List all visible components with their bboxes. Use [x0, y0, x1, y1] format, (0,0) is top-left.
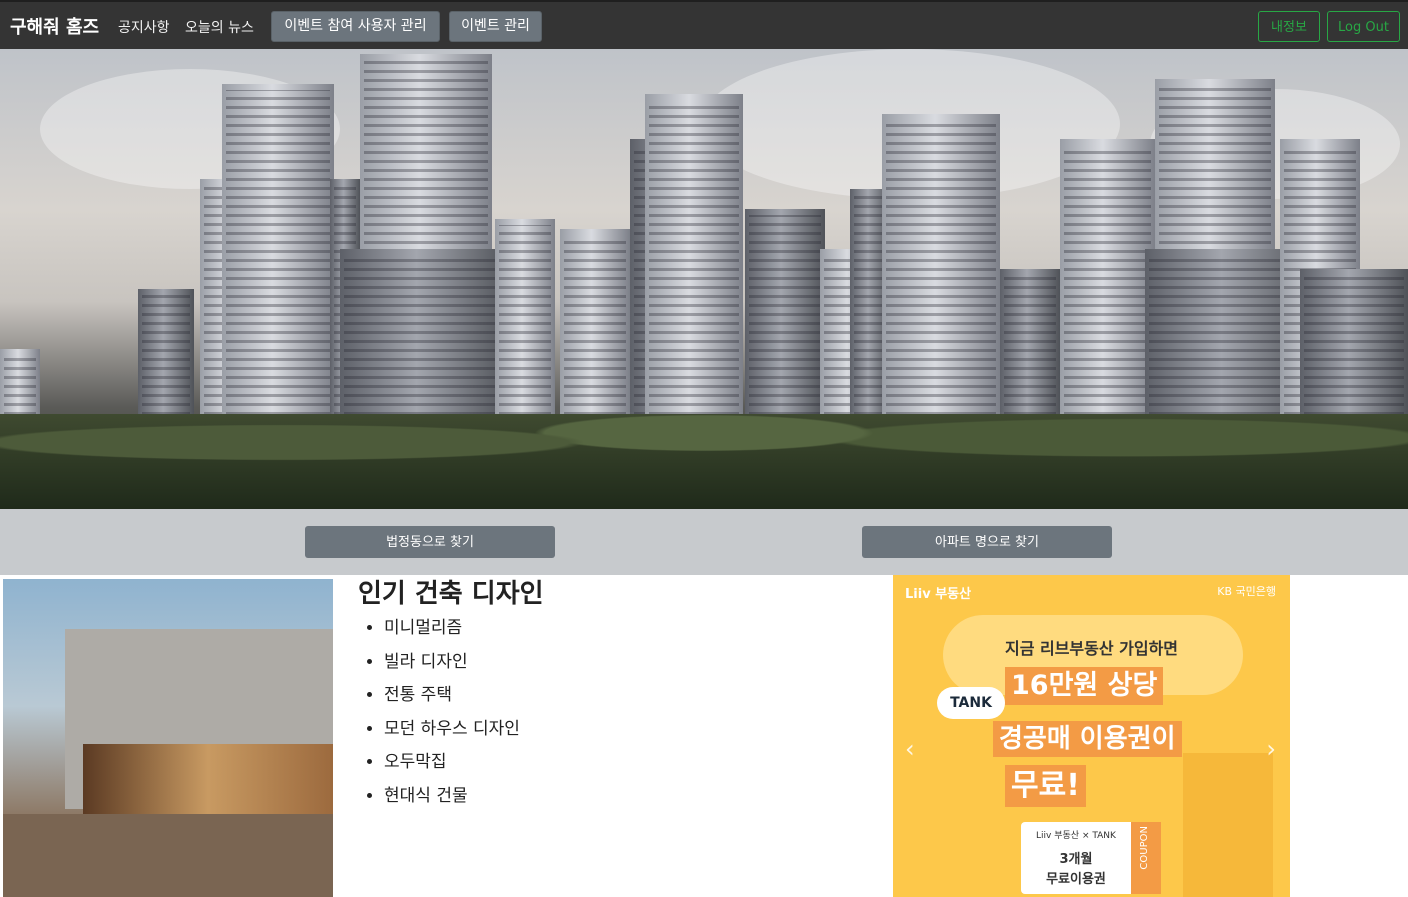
coupon-line1: 3개월 [1059, 852, 1093, 867]
ad-highlight-1: 16만원 상당 [1005, 667, 1164, 705]
tree-line [0, 414, 1408, 509]
coupon-side-label: COUPON [1139, 826, 1150, 870]
list-item[interactable]: 미니멀리즘 [384, 614, 520, 648]
coupon-card: Liiv 부동산 × TANK 3개월 무료이용권 COUPON [1021, 822, 1161, 894]
design-section-title: 인기 건축 디자인 [358, 579, 544, 609]
ad-carousel[interactable]: Liiv 부동산 KB 국민은행 지금 리브부동산 가입하면 TANK 16만원… [893, 575, 1290, 897]
hero-apartment-image [0, 49, 1408, 509]
event-participant-manage-button[interactable]: 이벤트 참여 사용자 관리 [271, 11, 440, 42]
liiv-logo: Liiv 부동산 [905, 587, 972, 602]
ad-highlight-3: 무료! [1005, 765, 1086, 807]
coupon-side: COUPON [1131, 822, 1161, 894]
search-by-dong-button[interactable]: 법정동으로 찾기 [305, 526, 555, 558]
carousel-prev-icon[interactable]: ‹ [905, 735, 915, 763]
design-list: 미니멀리즘 빌라 디자인 전통 주택 모던 하우스 디자인 오두막집 현대식 건… [358, 614, 520, 815]
coupon-line2: 무료이용권 [1046, 872, 1106, 887]
design-house-image [3, 579, 333, 897]
logout-button[interactable]: Log Out [1327, 11, 1400, 42]
list-item[interactable]: 모던 하우스 디자인 [384, 715, 520, 749]
list-item[interactable]: 전통 주택 [384, 681, 520, 715]
ad-headline: 지금 리브부동산 가입하면 [1004, 639, 1179, 658]
carousel-next-icon[interactable]: › [1266, 735, 1276, 763]
nav-link-news[interactable]: 오늘의 뉴스 [185, 17, 254, 37]
search-band: 법정동으로 찾기 아파트 명으로 찾기 [0, 509, 1408, 575]
kb-logo: KB 국민은행 [1217, 585, 1276, 598]
list-item[interactable]: 오두막집 [384, 748, 520, 782]
my-info-button[interactable]: 내정보 [1258, 11, 1320, 42]
top-navbar: 구해줘 홈즈 공지사항 오늘의 뉴스 이벤트 참여 사용자 관리 이벤트 관리 … [0, 0, 1408, 49]
brand-logo[interactable]: 구해줘 홈즈 [10, 13, 99, 39]
list-item[interactable]: 빌라 디자인 [384, 648, 520, 682]
nav-link-notice[interactable]: 공지사항 [118, 17, 170, 37]
list-item[interactable]: 현대식 건물 [384, 782, 520, 816]
event-manage-button[interactable]: 이벤트 관리 [449, 11, 542, 42]
tank-badge: TANK [937, 687, 1005, 719]
coupon-top: Liiv 부동산 × TANK [1036, 831, 1116, 841]
search-by-apartment-button[interactable]: 아파트 명으로 찾기 [862, 526, 1112, 558]
ad-highlight-2: 경공매 이용권이 [993, 721, 1182, 757]
